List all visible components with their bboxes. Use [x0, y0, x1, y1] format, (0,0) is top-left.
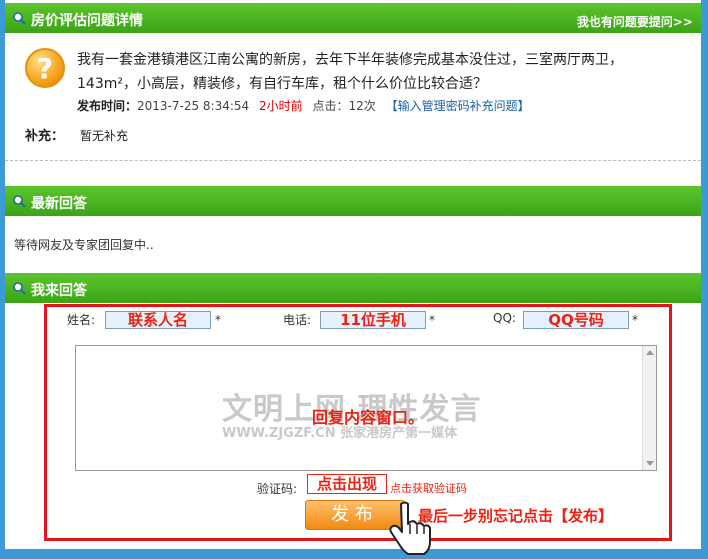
ask-question-link[interactable]: 我也有问题要提问>> [577, 13, 693, 30]
time-ago: 2小时前 [259, 99, 303, 113]
section-header-detail: 房价评估问题详情 我也有问题要提问>> [5, 3, 701, 33]
supplement-label: 补充： [25, 129, 65, 144]
phone-label: 电话: [283, 313, 312, 327]
qq-label: QQ: [493, 311, 516, 325]
name-label: 姓名: [67, 313, 96, 327]
section-header-reply: 我来回答 [5, 273, 701, 303]
click-count: 点击：12次 [312, 99, 376, 113]
waiting-text: 等待网友及专家团回复中.. [14, 238, 154, 252]
verify-label: 验证码: [257, 482, 298, 496]
phone-input[interactable]: 11位手机 [320, 311, 426, 329]
question-mark-icon: ? [25, 48, 65, 88]
magnifier-icon [13, 195, 26, 208]
magnifier-icon [13, 12, 26, 25]
textarea-scrollbar[interactable] [642, 346, 656, 470]
final-step-note: 最后一步别忘记点击【发布】 [418, 507, 614, 525]
reply-content-textarea[interactable]: 文明上网 理性发言 WWW.ZJGZF.CN 张家港房产第一媒体 回复内容窗口。 [75, 345, 657, 471]
publish-time: 2013-7-25 8:34:54 [137, 99, 250, 113]
divider [5, 160, 701, 161]
verify-code-input[interactable]: 点击出现 [307, 474, 387, 494]
get-verify-code-link[interactable]: 点击获取验证码 [390, 480, 467, 496]
question-meta: 发布时间：2013-7-25 8:34:54 2小时前 点击：12次 【输入管理… [77, 97, 530, 114]
name-input[interactable]: 联系人名 [105, 311, 211, 329]
supplement-row: 补充： 暂无补充 [25, 125, 128, 144]
required-star: * [215, 313, 221, 327]
section-title: 我来回答 [31, 283, 87, 299]
scroll-down-icon[interactable] [646, 461, 654, 466]
required-star: * [429, 313, 435, 327]
section-title: 房价评估问题详情 [31, 13, 143, 29]
section-title: 最新回答 [31, 196, 87, 212]
section-header-latest: 最新回答 [5, 186, 701, 216]
supplement-text: 暂无补充 [80, 129, 129, 143]
required-star: * [632, 313, 638, 327]
magnifier-icon [13, 282, 26, 295]
qq-input[interactable]: QQ号码 [523, 311, 629, 329]
main-panel: 房价评估问题详情 我也有问题要提问>> ? 我有一套金港镇港区江南公寓的新房，去… [5, 0, 701, 555]
question-text: 我有一套金港镇港区江南公寓的新房，去年下半年装修完成基本没住过，三室两厅两卫，1… [77, 52, 623, 92]
supplement-question-link[interactable]: 【输入管理密码补充问题】 [386, 99, 530, 113]
publish-time-label: 发布时间： [77, 99, 138, 113]
content-window-note: 回复内容窗口。 [312, 408, 425, 427]
scroll-up-icon[interactable] [646, 350, 654, 355]
